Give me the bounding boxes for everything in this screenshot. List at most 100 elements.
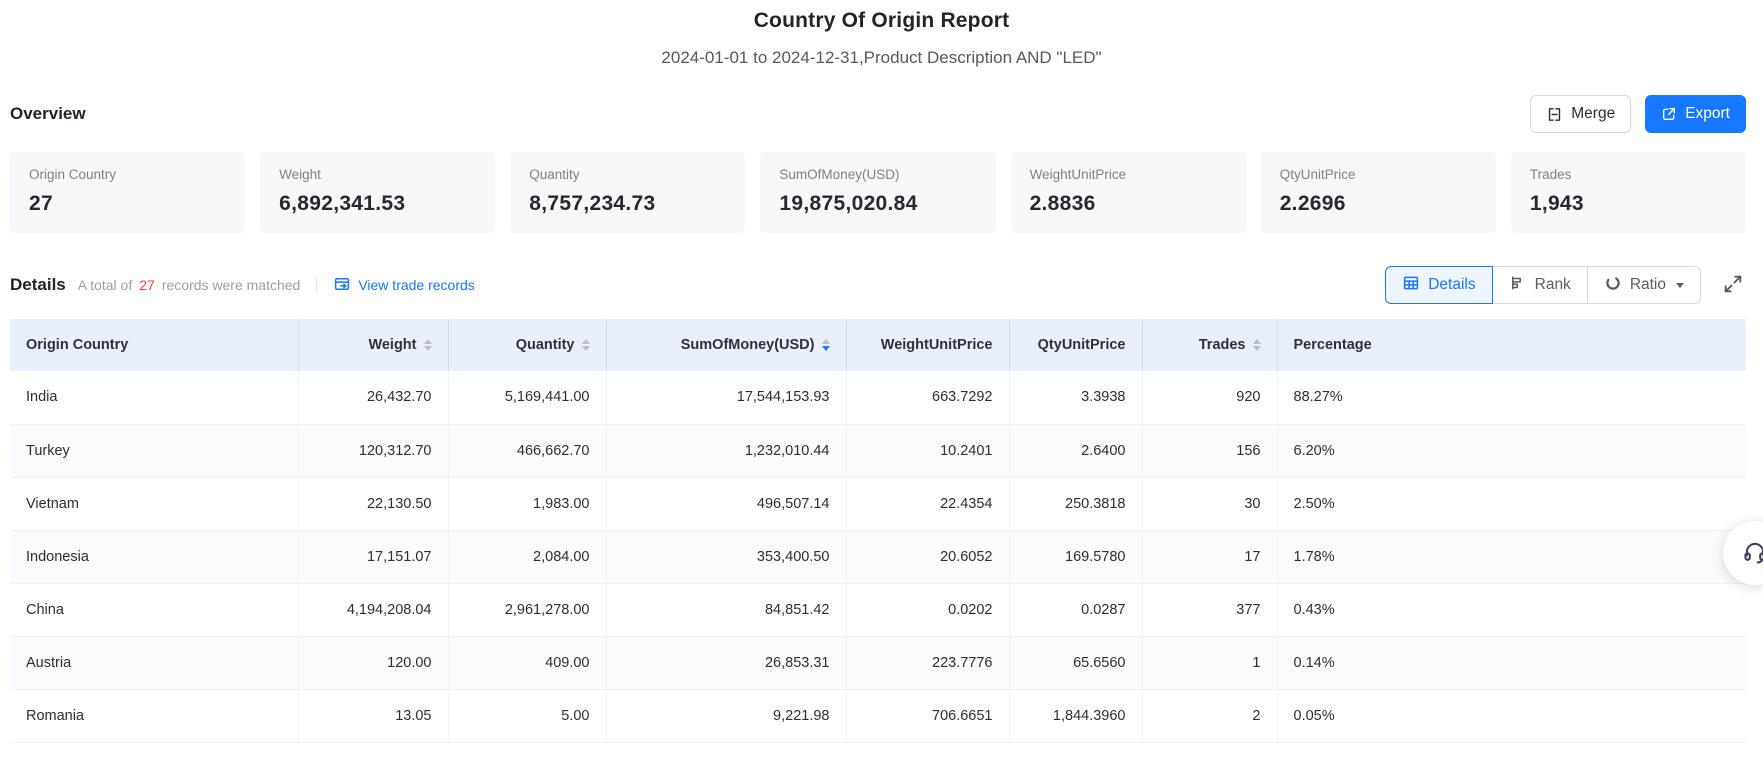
cell-percentage: 0.14% (1277, 636, 1746, 689)
stat-card-weightunitprice: WeightUnitPrice2.8836 (1011, 152, 1246, 233)
view-tab-ratio[interactable]: Ratio (1587, 266, 1701, 304)
cell-origin-country: India (10, 371, 298, 424)
cell-weight: 13.05 (298, 689, 448, 742)
cell-sumofmoney-usd: 1,232,010.44 (606, 424, 846, 477)
details-right: Details Rank Ratio (1385, 266, 1746, 304)
cell-weightunitprice: 223.7776 (846, 636, 1009, 689)
merge-button[interactable]: Merge (1530, 95, 1631, 133)
details-bar: Details A total of 27 records were match… (0, 266, 1763, 304)
column-header-label: Percentage (1294, 337, 1372, 353)
cell-origin-country: Vietnam (10, 477, 298, 530)
overview-heading: Overview (10, 104, 86, 124)
table-row-turkey: Turkey120,312.70466,662.701,232,010.4410… (10, 424, 1746, 477)
cell-quantity: 5.00 (448, 689, 606, 742)
overview-bar: Overview Merge Export (0, 95, 1763, 133)
details-table-wrap: Origin Country Weight Quantity SumOfMoney(U… (10, 319, 1746, 743)
cell-trades: 2 (1142, 689, 1277, 742)
sort-caret-icons[interactable] (1253, 339, 1261, 352)
details-table: Origin Country Weight Quantity SumOfMoney(U… (10, 319, 1746, 743)
match-suffix: records were matched (162, 277, 301, 293)
stat-card-label: Quantity (529, 167, 726, 182)
view-tab-rank[interactable]: Rank (1492, 266, 1588, 304)
stat-card-label: Origin Country (29, 167, 226, 182)
cell-percentage: 1.78% (1277, 530, 1746, 583)
cell-sumofmoney-usd: 17,544,153.93 (606, 371, 846, 424)
column-header-quantity[interactable]: Quantity (448, 319, 606, 371)
overview-cards: Origin Country 27 Weight 6,892,341.53 Quanti… (0, 152, 1763, 233)
trade-window-icon (333, 275, 351, 296)
table-row-india: India26,432.705,169,441.0017,544,153.936… (10, 371, 1746, 424)
view-tab-label: Ratio (1630, 276, 1666, 294)
column-header-percentage: Percentage (1277, 319, 1746, 371)
page-title: Country Of Origin Report (0, 9, 1763, 33)
column-header-label: Origin Country (26, 337, 128, 353)
cell-percentage: 0.05% (1277, 689, 1746, 742)
cell-origin-country: China (10, 583, 298, 636)
column-header-sumofmoney-usd[interactable]: SumOfMoney(USD) (606, 319, 846, 371)
cell-qtyunitprice: 169.5780 (1009, 530, 1142, 583)
cell-weight: 22,130.50 (298, 477, 448, 530)
stat-card-weight: Weight 6,892,341.53 (260, 152, 495, 233)
cell-quantity: 409.00 (448, 636, 606, 689)
cell-sumofmoney-usd: 353,400.50 (606, 530, 846, 583)
cell-quantity: 2,961,278.00 (448, 583, 606, 636)
sort-caret-icons[interactable] (424, 339, 432, 352)
column-header-label: SumOfMoney(USD) (681, 337, 815, 353)
export-button[interactable]: Export (1645, 95, 1746, 133)
cell-sumofmoney-usd: 9,221.98 (606, 689, 846, 742)
column-header-weight[interactable]: Weight (298, 319, 448, 371)
stat-card-origin-country: Origin Country 27 (10, 152, 245, 233)
view-switcher: Details Rank Ratio (1385, 266, 1701, 304)
table-row-austria: Austria120.00409.0026,853.31223.777665.6… (10, 636, 1746, 689)
stat-card-label: SumOfMoney(USD) (779, 167, 976, 182)
cell-percentage: 88.27% (1277, 371, 1746, 424)
column-header-qtyunitprice: QtyUnitPrice (1009, 319, 1142, 371)
cell-trades: 1 (1142, 636, 1277, 689)
cell-weightunitprice: 706.6651 (846, 689, 1009, 742)
view-tab-label: Details (1428, 276, 1475, 294)
table-row-vietnam: Vietnam22,130.501,983.00496,507.1422.435… (10, 477, 1746, 530)
column-header-origin-country: Origin Country (10, 319, 298, 371)
stat-card-label: Weight (279, 167, 476, 182)
column-header-label: Quantity (516, 337, 575, 353)
sort-caret-icons[interactable] (822, 339, 830, 352)
export-icon (1661, 106, 1677, 122)
view-tab-label: Rank (1535, 276, 1571, 294)
cell-trades: 17 (1142, 530, 1277, 583)
vertical-divider (316, 277, 317, 293)
table-body: India26,432.705,169,441.0017,544,153.936… (10, 371, 1746, 742)
cell-quantity: 1,983.00 (448, 477, 606, 530)
stat-card-qtyunitprice: QtyUnitPrice2.2696 (1261, 152, 1496, 233)
cell-weight: 4,194,208.04 (298, 583, 448, 636)
export-button-label: Export (1685, 105, 1730, 123)
cell-quantity: 5,169,441.00 (448, 371, 606, 424)
stat-card-value: 8,757,234.73 (529, 192, 726, 216)
view-tab-details[interactable]: Details (1385, 266, 1492, 304)
column-header-trades[interactable]: Trades (1142, 319, 1277, 371)
sort-caret-icons[interactable] (582, 339, 590, 352)
details-heading: Details (10, 275, 66, 295)
headset-icon (1742, 539, 1763, 568)
cell-percentage: 2.50% (1277, 477, 1746, 530)
stat-card-value: 27 (29, 192, 226, 216)
cell-weight: 17,151.07 (298, 530, 448, 583)
stat-card-label: Trades (1530, 167, 1727, 182)
cell-qtyunitprice: 1,844.3960 (1009, 689, 1142, 742)
cell-sumofmoney-usd: 26,853.31 (606, 636, 846, 689)
fullscreen-expand-icon (1722, 283, 1744, 298)
report-header: Country Of Origin Report 2024-01-01 to 2… (0, 0, 1763, 68)
table-header-row: Origin Country Weight Quantity SumOfMoney(U… (10, 319, 1746, 371)
table-row-indonesia: Indonesia17,151.072,084.00353,400.5020.6… (10, 530, 1746, 583)
stat-card-value: 1,943 (1530, 192, 1727, 216)
cell-qtyunitprice: 3.3938 (1009, 371, 1142, 424)
cell-qtyunitprice: 0.0287 (1009, 583, 1142, 636)
cell-trades: 377 (1142, 583, 1277, 636)
stat-card-value: 6,892,341.53 (279, 192, 476, 216)
cell-trades: 156 (1142, 424, 1277, 477)
column-header-label: QtyUnitPrice (1038, 337, 1126, 353)
cell-trades: 920 (1142, 371, 1277, 424)
view-trade-records-link[interactable]: View trade records (333, 275, 474, 296)
fullscreen-button[interactable] (1720, 271, 1746, 300)
cell-qtyunitprice: 250.3818 (1009, 477, 1142, 530)
stat-card-quantity: Quantity 8,757,234.73 (510, 152, 745, 233)
